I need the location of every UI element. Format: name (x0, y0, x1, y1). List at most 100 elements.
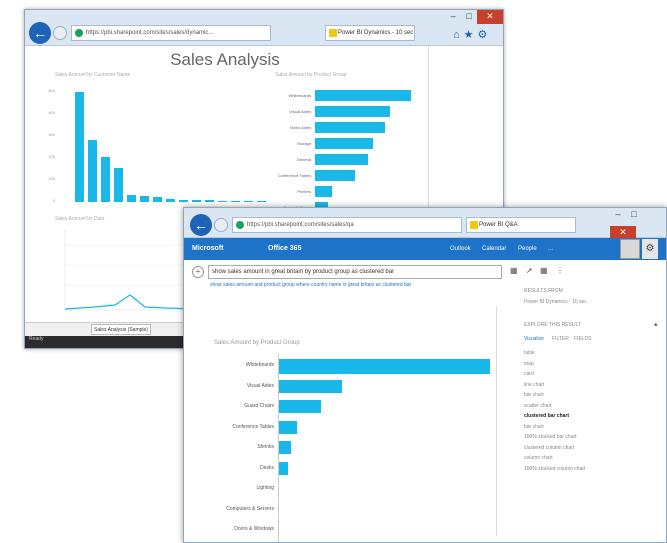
result-source[interactable]: Power BI Dynamics - 10 sec (524, 299, 587, 305)
close-icon[interactable]: ✕ (477, 10, 503, 24)
avatar[interactable] (620, 239, 640, 259)
viz-type-item[interactable]: clustered column chart (524, 445, 574, 451)
viz-type-item[interactable]: line chart (524, 382, 544, 388)
product-bar (315, 186, 333, 197)
customer-bar (231, 200, 240, 202)
line-chart (64, 230, 195, 311)
customer-bar (101, 156, 110, 202)
viz-type-item[interactable]: bar chart (524, 424, 544, 430)
customer-bar (114, 167, 123, 202)
category-label: Desks (260, 464, 274, 471)
tab-filter[interactable]: FILTER (552, 336, 569, 342)
customer-bar (244, 200, 253, 202)
customer-bar (140, 196, 149, 202)
maximize-icon[interactable]: □ (461, 10, 477, 24)
product-bar (315, 122, 386, 133)
more-icon[interactable]: ⋮ (556, 266, 564, 275)
result-bar (278, 400, 321, 413)
viz-type-item[interactable]: 100% stacked bar chart (524, 434, 577, 440)
address-bar[interactable]: https://pbi.sharepoint.com/sites/sales/d… (71, 25, 271, 41)
category-label: Guard Chairs (244, 403, 274, 409)
product-bar (315, 154, 368, 165)
customer-bar (75, 92, 84, 202)
window-controls: –□✕ (445, 10, 503, 24)
nav-outlook[interactable]: Outlook (450, 238, 471, 260)
site-favicon-icon (236, 221, 244, 229)
viz-type-item[interactable]: clustered bar chart (524, 413, 569, 419)
grid-icon[interactable]: ▦ (540, 266, 548, 275)
nav-more[interactable]: ... (548, 238, 553, 260)
site-favicon-icon (75, 29, 83, 37)
divider (496, 306, 497, 536)
sheet-tab[interactable]: Sales Analysis (Sample) (91, 324, 151, 335)
customer-bar (192, 199, 201, 202)
viz-type-item[interactable]: 100% stacked column chart (524, 466, 585, 472)
result-bar (278, 420, 298, 434)
y-tick-label: 400 (48, 110, 55, 115)
category-label: Shrinks (257, 444, 274, 450)
forward-arrow-icon[interactable] (214, 218, 228, 232)
home-star-gear-icons[interactable]: ⌂★⚙ (453, 28, 491, 41)
chart-caption: Sales Amount by Product Group (275, 72, 347, 78)
browser-tab[interactable]: Power BI Dynamics - 10 sec (325, 25, 415, 41)
pin-icon[interactable]: ▦ (510, 266, 518, 275)
customer-bar (88, 139, 97, 202)
office365-header: Microsoft Office 365 Outlook Calendar Pe… (184, 238, 666, 260)
back-arrow-icon[interactable]: ← (190, 214, 212, 236)
category-label: Doors & Windows (234, 526, 274, 532)
viz-type-item[interactable]: scatter chart (524, 403, 552, 409)
customer-bar (179, 199, 188, 202)
question-suggestion[interactable]: show sales amount and product group wher… (210, 282, 411, 288)
viz-type-item[interactable]: column chart (524, 455, 553, 461)
category-label: Computers & Servers (226, 505, 274, 512)
maximize-icon[interactable]: □ (626, 208, 642, 222)
browser-tab[interactable]: Power BI Q&A (466, 217, 576, 233)
category-label: Lighting (256, 485, 274, 491)
customer-bar (205, 200, 214, 202)
panel-heading: RESULTS FROM (524, 288, 563, 294)
back-arrow-icon[interactable]: ← (29, 22, 51, 44)
question-input[interactable]: show sales amount in great britain by pr… (208, 265, 502, 279)
result-bar (278, 461, 288, 475)
window-controls: –□✕ (610, 208, 666, 240)
front-browser-window: ← https://pbi.sharepoint.com/sites/sales… (183, 207, 667, 543)
y-tick-label: 0 (52, 198, 55, 203)
address-bar[interactable]: https://pbi.sharepoint.com/sites/sales/q… (232, 217, 462, 233)
share-icon[interactable]: ➚ (526, 266, 533, 275)
office365-logo[interactable]: Office 365 (268, 238, 301, 260)
result-bar (278, 379, 343, 393)
y-tick-label: 100 (48, 176, 55, 181)
chart-caption: Sales Amount by Date (55, 216, 105, 222)
tab-visualize[interactable]: Visualize (524, 336, 544, 342)
viz-type-item[interactable]: map (524, 361, 534, 367)
customer-bar (257, 201, 266, 202)
category-label: Conference Tables (232, 423, 274, 430)
tab-fields[interactable]: FIELDS (574, 336, 592, 342)
viz-type-item[interactable]: card (524, 371, 534, 377)
minimize-icon[interactable]: – (445, 10, 461, 24)
collapse-icon[interactable]: ▴ (654, 320, 658, 328)
product-bar (315, 90, 411, 101)
product-category-label: Conference Tables (277, 173, 311, 178)
x-axis-baseline (278, 354, 279, 542)
customer-bar (153, 197, 162, 202)
nav-calendar[interactable]: Calendar (482, 238, 506, 260)
gear-icon[interactable]: ⚙ (642, 239, 658, 259)
product-category-label: Video Aides (289, 125, 311, 130)
line-series (64, 294, 195, 310)
product-bar (315, 138, 373, 149)
nav-people[interactable]: People (518, 238, 537, 260)
result-caption: Sales Amount by Product Group (214, 340, 300, 346)
customer-bar (166, 198, 175, 202)
forward-arrow-icon[interactable] (53, 26, 67, 40)
viz-type-item[interactable]: bar chart (524, 392, 544, 398)
product-category-label: Visual Aides (289, 109, 311, 114)
minimize-icon[interactable]: – (610, 208, 626, 222)
result-bar (278, 441, 291, 454)
add-icon[interactable]: + (192, 266, 204, 278)
customer-bar (127, 195, 136, 202)
y-tick-label: 200 (48, 154, 55, 159)
result-bar (278, 359, 490, 374)
y-tick-label: 300 (48, 132, 55, 137)
viz-type-item[interactable]: table (524, 350, 535, 356)
